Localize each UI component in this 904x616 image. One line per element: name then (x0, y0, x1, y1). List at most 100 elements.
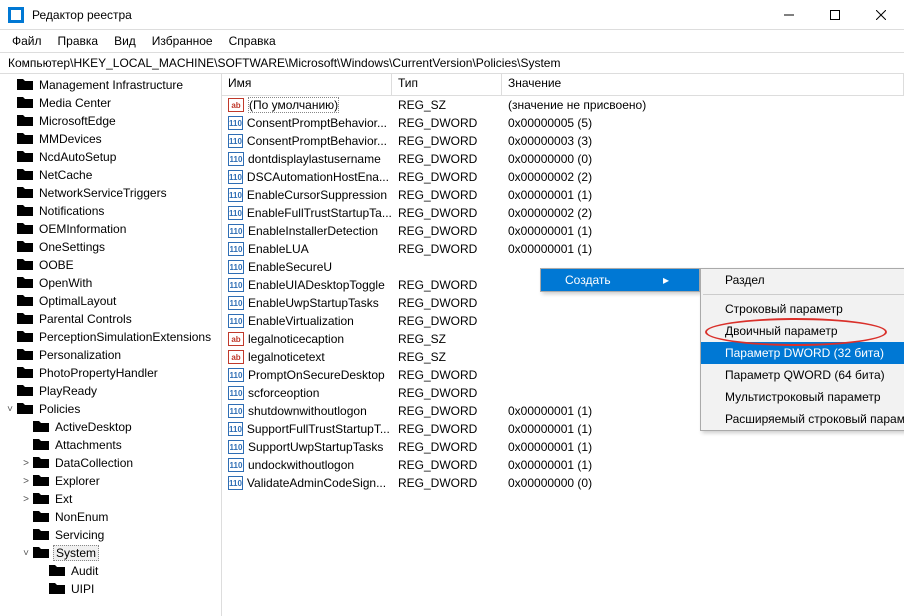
list-row[interactable]: 110ValidateAdminCodeSign...REG_DWORD0x00… (222, 474, 904, 492)
list-row[interactable]: 110SupportUwpStartupTasksREG_DWORD0x0000… (222, 438, 904, 456)
cell-name: ablegalnoticecaption (222, 332, 392, 346)
column-name[interactable]: Имя (222, 74, 392, 95)
tree-label: OEMInformation (37, 222, 128, 236)
tree-row[interactable]: ActiveDesktop (0, 418, 221, 436)
list-row[interactable]: 110EnableLUAREG_DWORD0x00000001 (1) (222, 240, 904, 258)
submenu-arrow-icon: ▸ (643, 273, 669, 287)
tree-row[interactable]: OptimalLayout (0, 292, 221, 310)
binary-value-icon: 110 (228, 386, 244, 400)
menu-item[interactable]: Вид (106, 32, 144, 50)
expand-icon[interactable]: > (20, 458, 32, 469)
value-name: EnableLUA (248, 242, 309, 256)
list-row[interactable]: 110undockwithoutlogonREG_DWORD0x00000001… (222, 456, 904, 474)
list-row[interactable]: 110EnableCursorSuppressionREG_DWORD0x000… (222, 186, 904, 204)
tree-row[interactable]: >DataCollection (0, 454, 221, 472)
tree-row[interactable]: NetworkServiceTriggers (0, 184, 221, 202)
list-row[interactable]: 110ConsentPromptBehavior...REG_DWORD0x00… (222, 132, 904, 150)
tree-row[interactable]: Personalization (0, 346, 221, 364)
cell-type: REG_DWORD (392, 188, 502, 202)
tree-row[interactable]: PlayReady (0, 382, 221, 400)
expand-icon[interactable]: > (20, 494, 32, 505)
close-button[interactable] (858, 0, 904, 30)
collapse-icon[interactable]: ˅ (20, 548, 32, 559)
tree-row[interactable]: MMDevices (0, 130, 221, 148)
context-item[interactable]: Расширяемый строковый параметр (701, 408, 904, 430)
tree-row[interactable]: ˅ System (0, 544, 221, 562)
value-name: ConsentPromptBehavior... (247, 134, 387, 148)
column-type[interactable]: Тип (392, 74, 502, 95)
tree-label: Personalization (37, 348, 123, 362)
tree-row[interactable]: Audit (0, 562, 221, 580)
menu-item[interactable]: Правка (50, 32, 107, 50)
menu-item[interactable]: Справка (221, 32, 284, 50)
folder-icon (17, 168, 33, 182)
tree-row[interactable]: PhotoPropertyHandler (0, 364, 221, 382)
tree-row[interactable]: NetCache (0, 166, 221, 184)
list-row[interactable]: 110dontdisplaylastusernameREG_DWORD0x000… (222, 150, 904, 168)
tree-row[interactable]: Servicing (0, 526, 221, 544)
tree-row[interactable]: ˅Policies (0, 400, 221, 418)
tree-row[interactable]: Attachments (0, 436, 221, 454)
tree-row[interactable]: >Explorer (0, 472, 221, 490)
tree-row[interactable]: Parental Controls (0, 310, 221, 328)
cell-type: REG_DWORD (392, 458, 502, 472)
tree-row[interactable]: Management Infrastructure (0, 76, 221, 94)
address-bar[interactable]: Компьютер\HKEY_LOCAL_MACHINE\SOFTWARE\Mi… (0, 52, 904, 74)
tree-row[interactable]: NonEnum (0, 508, 221, 526)
tree-row[interactable]: PerceptionSimulationExtensions (0, 328, 221, 346)
tree-row[interactable]: NcdAutoSetup (0, 148, 221, 166)
value-name: shutdownwithoutlogon (248, 404, 367, 418)
cell-name: 110ConsentPromptBehavior... (222, 116, 392, 130)
list-row[interactable]: ab(По умолчанию)REG_SZ(значение не присв… (222, 96, 904, 114)
tree-row[interactable]: OEMInformation (0, 220, 221, 238)
context-item-create[interactable]: Создать ▸ (541, 269, 699, 291)
tree-label: NetworkServiceTriggers (37, 186, 169, 200)
tree-panel[interactable]: Management InfrastructureMedia Center Mic… (0, 74, 222, 616)
cell-type: REG_DWORD (392, 152, 502, 166)
cell-type: REG_DWORD (392, 404, 502, 418)
context-item[interactable]: Параметр DWORD (32 бита) (701, 342, 904, 364)
list-row[interactable]: 110EnableInstallerDetectionREG_DWORD0x00… (222, 222, 904, 240)
tree-row[interactable]: OOBE (0, 256, 221, 274)
context-item[interactable]: Строковый параметр (701, 298, 904, 320)
folder-icon (17, 240, 33, 254)
cell-type: REG_DWORD (392, 206, 502, 220)
cell-name: 110undockwithoutlogon (222, 458, 392, 472)
list-header: Имя Тип Значение (222, 74, 904, 96)
tree-row[interactable]: >Ext (0, 490, 221, 508)
folder-icon (33, 528, 49, 542)
expand-icon[interactable]: > (20, 476, 32, 487)
tree-label: System (53, 545, 99, 561)
minimize-button[interactable] (766, 0, 812, 30)
folder-icon (17, 384, 33, 398)
list-row[interactable]: 110ConsentPromptBehavior...REG_DWORD0x00… (222, 114, 904, 132)
list-row[interactable]: 110EnableFullTrustStartupTa...REG_DWORD0… (222, 204, 904, 222)
tree-row[interactable]: UIPI (0, 580, 221, 598)
menu-item[interactable]: Избранное (144, 32, 221, 50)
list-panel[interactable]: Имя Тип Значение ab(По умолчанию)REG_SZ(… (222, 74, 904, 616)
cell-type: REG_DWORD (392, 422, 502, 436)
context-item[interactable]: Мультистроковый параметр (701, 386, 904, 408)
tree-row[interactable]: MicrosoftEdge (0, 112, 221, 130)
tree-row[interactable]: Notifications (0, 202, 221, 220)
cell-type: REG_DWORD (392, 134, 502, 148)
tree-label: MicrosoftEdge (37, 114, 118, 128)
collapse-icon[interactable]: ˅ (4, 404, 16, 415)
tree-row[interactable]: Media Center (0, 94, 221, 112)
menu-item[interactable]: Файл (4, 32, 50, 50)
binary-value-icon: 110 (228, 404, 244, 418)
cell-name: 110EnableUIADesktopToggle (222, 278, 392, 292)
cell-name: 110ConsentPromptBehavior... (222, 134, 392, 148)
context-menu-new: Раздел Строковый параметрДвоичный парамет… (700, 268, 904, 431)
context-item[interactable]: Двоичный параметр (701, 320, 904, 342)
context-item[interactable]: Раздел (701, 269, 904, 291)
tree-row[interactable]: OpenWith (0, 274, 221, 292)
tree-label: OptimalLayout (37, 294, 118, 308)
cell-value: (значение не присвоено) (502, 98, 904, 112)
column-value[interactable]: Значение (502, 74, 904, 95)
folder-icon (17, 402, 33, 416)
tree-row[interactable]: OneSettings (0, 238, 221, 256)
context-item[interactable]: Параметр QWORD (64 бита) (701, 364, 904, 386)
maximize-button[interactable] (812, 0, 858, 30)
list-row[interactable]: 110DSCAutomationHostEna...REG_DWORD0x000… (222, 168, 904, 186)
